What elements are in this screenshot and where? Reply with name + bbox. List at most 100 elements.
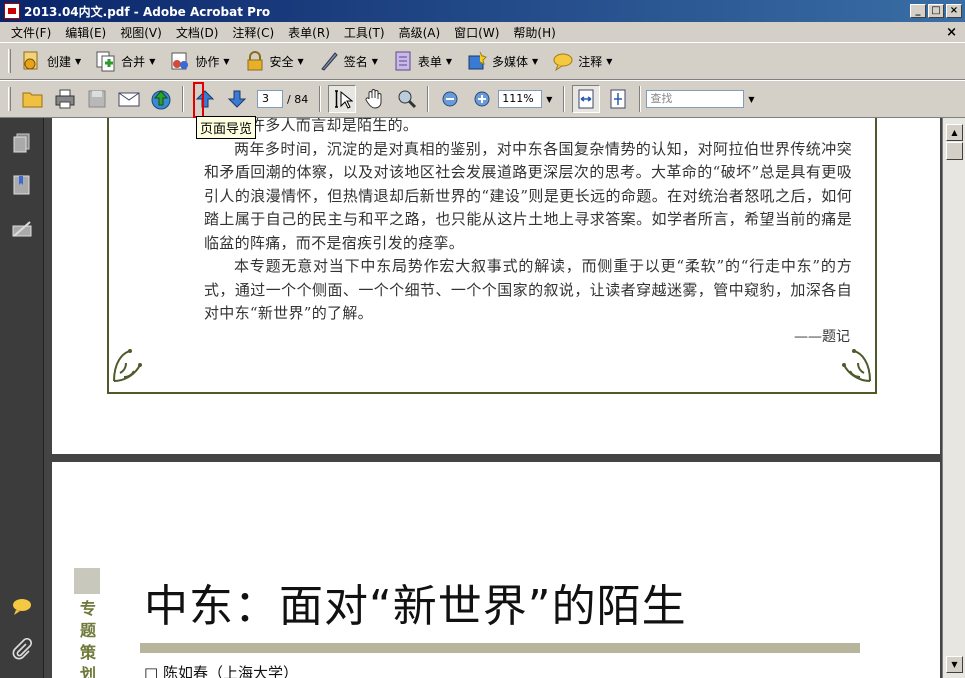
zoom-in-button[interactable] <box>468 85 496 113</box>
acrobat-app-icon[interactable] <box>4 3 20 19</box>
vertical-scrollbar[interactable]: ▲ ▼ <box>942 118 965 678</box>
zoom-out-icon <box>442 91 458 107</box>
chevron-down-icon: ▼ <box>606 56 613 66</box>
collaborate-task-button[interactable]: 协作 ▼ <box>165 48 233 74</box>
foreword-paragraph: 本专题无意对当下中东局势作宏大叙事式的解读，而侧重于以更“柔软”的“行走中东”的… <box>204 257 852 322</box>
document-close-button[interactable]: × <box>946 25 957 40</box>
chevron-down-icon: ▼ <box>371 56 378 66</box>
envelope-icon <box>118 92 140 107</box>
scrollbar-thumb[interactable] <box>946 142 963 160</box>
printer-icon <box>55 89 75 109</box>
menu-document[interactable]: 文档(D) <box>169 24 226 41</box>
multimedia-icon <box>468 51 488 70</box>
toolbar-separator <box>639 86 642 112</box>
menu-edit[interactable]: 编辑(E) <box>58 24 113 41</box>
lock-icon <box>247 51 263 71</box>
pdf-page: 专题策划 中东：面对“新世界”的陌生 □ 陈如春（上海大学） <box>52 462 940 678</box>
zoom-in-icon <box>474 91 490 107</box>
chevron-down-icon: ▼ <box>532 56 539 66</box>
sign-task-button[interactable]: 签名 ▼ <box>314 48 382 74</box>
multimedia-task-label: 多媒体 <box>492 54 529 69</box>
next-page-button[interactable] <box>223 85 251 113</box>
article-byline: □ 陈如春（上海大学） <box>144 664 298 678</box>
toolbar-grip[interactable] <box>8 87 11 111</box>
page-navigation-tooltip: 页面导览 <box>196 116 257 139</box>
email-button[interactable] <box>115 85 143 113</box>
page-total: / 84 <box>287 92 309 106</box>
text-select-cursor-icon <box>335 90 354 109</box>
comment-task-button[interactable]: 注释 ▼ <box>548 48 616 74</box>
combine-task-button[interactable]: 合并 ▼ <box>91 48 159 74</box>
search-dropdown-icon[interactable]: ▼ <box>748 95 754 104</box>
comment-task-label: 注释 <box>578 54 603 69</box>
multimedia-task-button[interactable]: 多媒体 ▼ <box>462 48 542 74</box>
save-button[interactable] <box>83 85 111 113</box>
open-button[interactable] <box>19 85 47 113</box>
select-tool-button[interactable] <box>328 85 357 113</box>
foreword-text: 面貌对许多人而言却是陌生的。 两年多时间，沉淀的是对真相的鉴别，对中东各国复杂情… <box>204 118 852 326</box>
foreword-first-line: 面貌对许多人而言却是陌生的。 <box>204 118 419 134</box>
page-number-input[interactable]: 3 <box>257 90 283 108</box>
menu-advanced[interactable]: 高级(A) <box>392 24 448 41</box>
toolbar-separator <box>563 86 566 112</box>
toolbar-separator <box>182 86 184 112</box>
bookmarks-panel-icon[interactable] <box>11 174 33 196</box>
marquee-zoom-button[interactable] <box>392 85 420 113</box>
zoom-dropdown-icon[interactable]: ▼ <box>546 95 552 104</box>
title-bar: 2013.04内文.pdf - Adobe Acrobat Pro _ □ × <box>0 0 965 22</box>
form-icon <box>395 51 411 71</box>
minimize-button[interactable]: _ <box>910 4 926 18</box>
menu-forms[interactable]: 表单(R) <box>281 24 337 41</box>
combine-icon <box>96 51 115 72</box>
foreword-paragraph: 两年多时间，沉淀的是对真相的鉴别，对中东各国复杂情势的认知，对阿拉伯世界传统冲突… <box>204 139 852 252</box>
zoom-out-button[interactable] <box>436 85 464 113</box>
print-button[interactable] <box>51 85 79 113</box>
create-task-label: 创建 <box>47 54 72 69</box>
corner-ornament-icon <box>842 349 871 382</box>
comments-panel-icon[interactable] <box>11 596 33 618</box>
maximize-button[interactable]: □ <box>928 4 944 18</box>
menu-file[interactable]: 文件(F) <box>4 24 58 41</box>
pen-icon <box>320 52 338 71</box>
menu-view[interactable]: 视图(V) <box>113 24 169 41</box>
signatures-panel-icon[interactable] <box>11 218 33 240</box>
create-task-button[interactable]: 创建 ▼ <box>17 48 85 74</box>
upload-button[interactable] <box>147 85 175 113</box>
comment-cloud-icon <box>553 53 573 72</box>
hand-tool-button[interactable] <box>360 85 388 113</box>
attachments-paperclip-icon[interactable] <box>11 638 33 660</box>
chevron-down-icon: ▼ <box>297 56 304 66</box>
secure-task-label: 安全 <box>269 54 294 69</box>
menu-tools[interactable]: 工具(T) <box>337 24 392 41</box>
folder-open-icon <box>22 92 43 108</box>
menu-comments[interactable]: 注释(C) <box>225 24 281 41</box>
create-pdf-icon <box>23 51 38 70</box>
close-button[interactable]: × <box>946 4 962 18</box>
secure-task-button[interactable]: 安全 ▼ <box>240 48 308 74</box>
menu-window[interactable]: 窗口(W) <box>447 24 506 41</box>
pages-panel-icon[interactable] <box>11 132 33 154</box>
chevron-down-icon: ▼ <box>149 56 156 66</box>
toolbar-separator <box>427 86 430 112</box>
collaborate-icon <box>171 52 189 70</box>
zoom-level-field[interactable]: 111% <box>498 90 543 108</box>
toolbar-grip[interactable] <box>8 49 11 73</box>
menu-help[interactable]: 帮助(H) <box>506 24 562 41</box>
forms-task-button[interactable]: 表单 ▼ <box>388 48 456 74</box>
scroll-up-button[interactable]: ▲ <box>946 124 963 141</box>
task-toolbar: 创建 ▼ 合并 ▼ 协作 ▼ 安全 ▼ 签名 ▼ 表单 ▼ 多媒体 ▼ 注释 ▼ <box>0 42 965 80</box>
chevron-down-icon: ▼ <box>445 56 453 66</box>
zoom-tool-icon <box>398 90 417 109</box>
fit-page-button[interactable] <box>604 85 632 113</box>
fit-width-button[interactable] <box>572 85 601 113</box>
fit-page-icon <box>610 89 626 109</box>
toolbar-separator <box>319 86 322 112</box>
combine-task-label: 合并 <box>121 54 146 69</box>
document-view[interactable]: 面貌对许多人而言却是陌生的。 两年多时间，沉淀的是对真相的鉴别，对中东各国复杂情… <box>44 118 942 678</box>
globe-upload-icon <box>151 90 171 110</box>
page-navigation-highlight[interactable] <box>193 82 204 118</box>
search-input[interactable]: 查找 <box>646 90 745 108</box>
article-headline: 中东：面对“新世界”的陌生 <box>144 581 687 632</box>
disk-icon <box>88 90 106 108</box>
scroll-down-button[interactable]: ▼ <box>946 656 963 673</box>
